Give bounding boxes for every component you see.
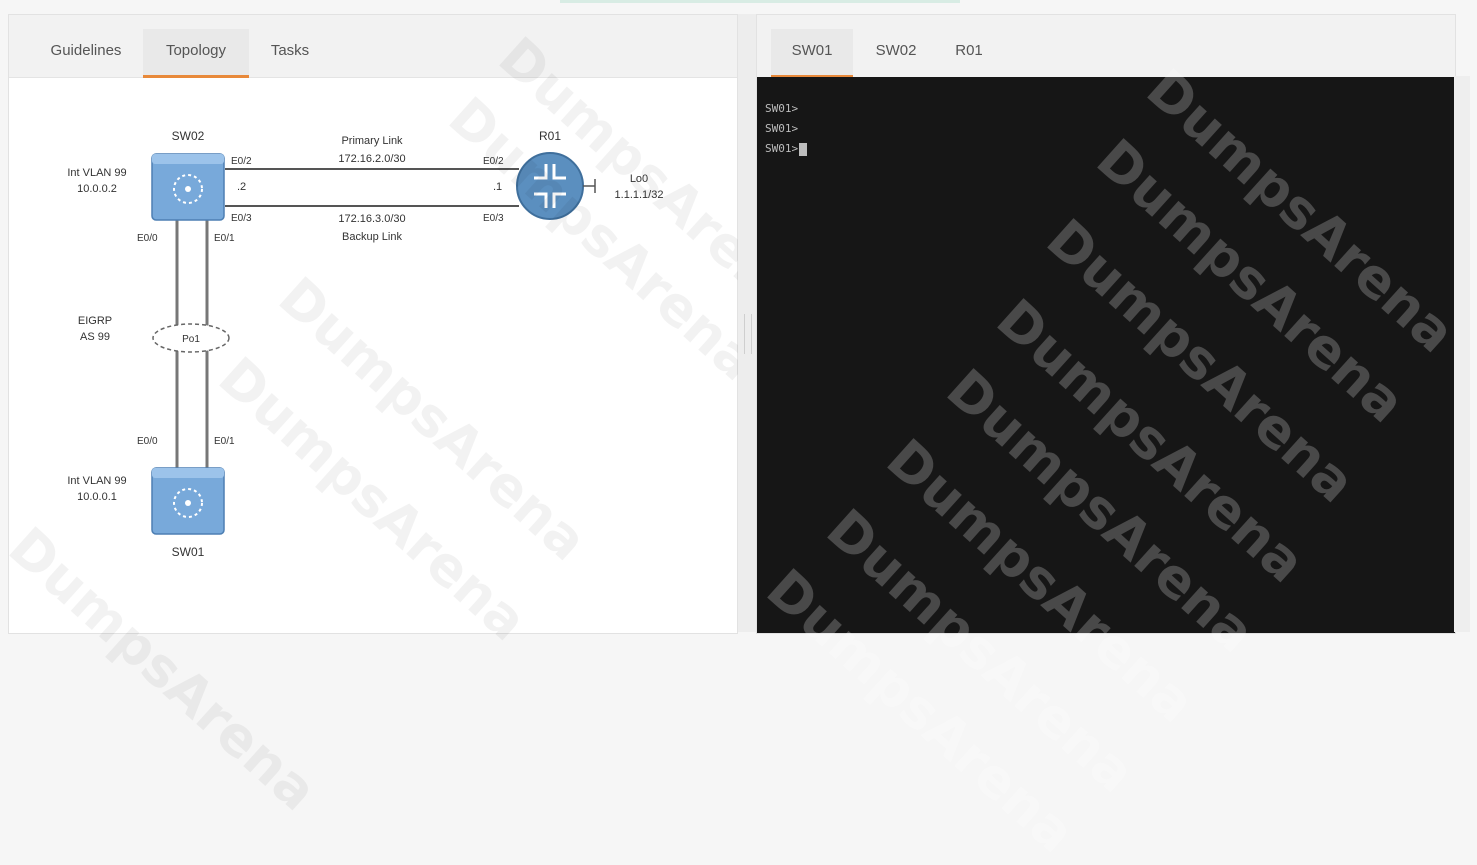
sw02-port-e02: E0/2	[231, 156, 252, 167]
sw01-port-e00: E0/0	[137, 436, 158, 447]
watermark: DumpsArena	[1134, 57, 1468, 365]
sw01-vlan-label: Int VLAN 99	[67, 475, 126, 487]
topology-diagram: Po1 SW02 Int VLAN 99 10.0.0.2 E0/2 .2 E0…	[67, 129, 664, 559]
splitter-grip-icon[interactable]	[744, 314, 752, 354]
watermark: DumpsArena	[754, 557, 1088, 865]
right-tab-bar: SW01 SW02 R01	[757, 15, 1455, 78]
po1-label: Po1	[182, 334, 200, 345]
r01-host-octet: .1	[493, 181, 502, 193]
tab-sw02[interactable]: SW02	[861, 29, 931, 75]
watermark: DumpsArena	[1084, 127, 1418, 435]
sw02-port-e03: E0/3	[231, 213, 252, 224]
primary-link-subnet: 172.16.2.0/30	[338, 153, 405, 165]
scrollbar[interactable]	[1454, 76, 1470, 632]
eigrp-as-label: AS 99	[80, 331, 110, 343]
terminal-console[interactable]: SW01> SW01> SW01> DumpsArena DumpsArena …	[755, 57, 1467, 865]
eigrp-label: EIGRP	[78, 315, 112, 327]
terminal-line: SW01>	[765, 102, 799, 115]
tab-guidelines[interactable]: Guidelines	[27, 29, 145, 75]
r01-port-e03: E0/3	[483, 213, 504, 224]
text-cursor	[799, 142, 808, 156]
r01-device[interactable]	[516, 152, 584, 220]
watermark: DumpsArena	[874, 427, 1208, 735]
topology-panel: Guidelines Topology Tasks Po1 SW02 Int V…	[0, 14, 819, 823]
terminal-line: SW01>	[765, 122, 799, 135]
sw01-port-e01: E0/1	[214, 436, 235, 447]
backup-link-subnet: 172.16.3.0/30	[338, 213, 405, 225]
loopback-ip: 1.1.1.1/32	[615, 189, 664, 201]
tab-sw01[interactable]: SW01	[771, 29, 853, 78]
watermark: DumpsArena	[934, 357, 1268, 665]
left-tab-bar: Guidelines Topology Tasks	[9, 15, 737, 78]
tab-topology[interactable]: Topology	[143, 29, 249, 78]
terminal-prompt-line[interactable]: SW01>	[765, 141, 808, 157]
sw01-device[interactable]	[151, 467, 225, 535]
sw02-port-e01: E0/1	[214, 233, 235, 244]
r01-name: R01	[539, 129, 561, 143]
primary-link-label: Primary Link	[341, 135, 403, 147]
loopback-name: Lo0	[630, 173, 648, 185]
terminal-prompt: SW01>	[765, 142, 799, 155]
sw02-ip-label: 10.0.0.2	[77, 183, 117, 195]
sw01-name: SW01	[172, 545, 205, 559]
watermark: DumpsArena	[814, 497, 1148, 805]
backup-link-label: Backup Link	[342, 231, 402, 243]
r01-port-e02: E0/2	[483, 156, 504, 167]
sw02-vlan-label: Int VLAN 99	[67, 167, 126, 179]
console-panel: SW01 SW02 R01 SW01> SW01> SW01> DumpsAre…	[755, 14, 1467, 865]
tab-tasks[interactable]: Tasks	[255, 29, 325, 75]
sw02-device[interactable]	[151, 153, 225, 221]
sw02-port-e00: E0/0	[137, 233, 158, 244]
watermark: DumpsArena	[984, 287, 1318, 595]
sw02-host-octet: .2	[237, 181, 246, 193]
sw02-name: SW02	[172, 129, 205, 143]
panel-splitter[interactable]	[738, 14, 756, 632]
watermark: DumpsArena	[1034, 207, 1368, 515]
tab-r01[interactable]: R01	[941, 29, 997, 75]
top-accent-strip	[560, 0, 960, 3]
sw01-ip-label: 10.0.0.1	[77, 491, 117, 503]
